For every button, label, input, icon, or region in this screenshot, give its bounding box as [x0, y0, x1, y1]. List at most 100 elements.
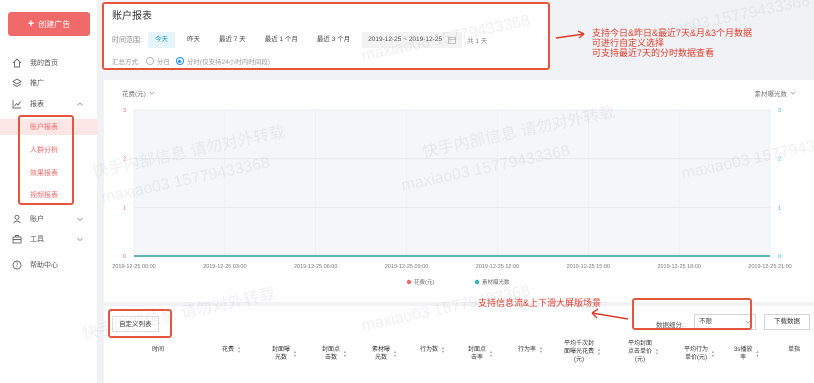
plus-icon: + [27, 17, 35, 30]
column-header[interactable]: 平均行为 单价(元) ▲ ▼ [684, 346, 715, 362]
y-tick-label-right: 0 [778, 254, 781, 260]
column-header[interactable]: 行为数 ▲ ▼ [420, 346, 445, 354]
sidebar-sub-video[interactable]: 视频报表 [0, 187, 98, 203]
annotation-arrow-left-icon [591, 308, 629, 320]
sort-icon[interactable]: ▲ ▼ [293, 350, 297, 358]
range-yesterday-button[interactable]: 昨天 [179, 32, 207, 48]
sidebar-sub-label: 视频报表 [30, 192, 58, 199]
annotation-arrow-right-icon [555, 30, 585, 39]
column-header[interactable]: 平均封面 点击单价 (元) ▲ ▼ [628, 340, 659, 364]
column-header[interactable]: 行为率 ▲ ▼ [518, 346, 543, 354]
column-header-label: 封面曝 光数 [272, 347, 291, 361]
sort-icon[interactable]: ▲ ▼ [343, 350, 347, 358]
chevron-down-icon [77, 217, 83, 222]
y-tick-label-left: 0 [123, 254, 126, 260]
date-range-picker[interactable]: 2019-12-25 ~ 2019-12-25 [362, 32, 463, 48]
x-tick-label: 2019-12-25 09:00 [385, 264, 428, 270]
calendar-icon [448, 37, 456, 44]
layers-icon [12, 78, 22, 88]
column-header[interactable]: 素材曝 光数 ▲ ▼ [372, 346, 397, 362]
sidebar: + 创建广告 我的首页 推广 报表 账户报表 人群分析 效果报表 视频报表 账户… [0, 0, 98, 383]
sidebar-item-label: 推广 [30, 80, 44, 87]
range-3months-button[interactable]: 最近 3 个月 [309, 32, 358, 48]
range-today-button[interactable]: 今天 [147, 32, 175, 48]
column-header-label: 行为率 [518, 347, 537, 353]
data-table: 自定义列表 数据细分: 不限 下载数据 时间 花费 ▲ ▼ 封面曝 光数 ▲ ▼ 封面点 击数… [104, 306, 814, 383]
create-ad-label: 创建广告 [38, 19, 71, 29]
sidebar-sub-audience[interactable]: 人群分析 [0, 142, 98, 158]
summary-hourly-radio[interactable]: 分时(仅支持24小时内时间段) [175, 56, 270, 66]
page-title: 账户报表 [112, 11, 152, 22]
chevron-down-icon [77, 237, 83, 242]
column-header[interactable]: 3s播放 率 ▲ ▼ [734, 346, 759, 362]
legend-label: 花费(元) [414, 278, 434, 286]
detail-label: 数据细分: [656, 322, 684, 329]
x-tick-label: 2019-12-25 12:00 [476, 264, 519, 270]
column-header[interactable]: 封面曝 光数 ▲ ▼ [272, 346, 297, 362]
y-tick-label-right: 2 [778, 157, 781, 163]
time-range-row: 时间范围: 今天 昨天 最近 7 天 最近 1 个月 最近 3 个月 2019-… [112, 32, 487, 48]
y-tick-label-right: 3 [778, 108, 781, 114]
x-tick-label: 2019-12-25 21:00 [748, 264, 791, 270]
x-tick-label: 2019-12-25 15:00 [567, 264, 610, 270]
radio-label: 分时(仅支持24小时内时间段) [186, 59, 270, 66]
column-header-label: 单指 [788, 347, 801, 353]
detail-select[interactable]: 不限 [694, 314, 756, 330]
download-button[interactable]: 下载数据 [764, 314, 810, 330]
sidebar-item-account[interactable]: 账户 [0, 211, 98, 227]
summary-label: 汇总方式: [112, 59, 140, 66]
filter-panel: 账户报表 时间范围: 今天 昨天 最近 7 天 最近 1 个月 最近 3 个月 … [104, 2, 550, 70]
radio-label: 分日 [156, 59, 170, 66]
sidebar-sub-account-report[interactable]: 账户报表 [0, 119, 98, 135]
sort-icon[interactable]: ▲ ▼ [655, 348, 659, 356]
column-header[interactable]: 平均千次封 面曝光花费 (元) ▲ ▼ [564, 340, 601, 364]
line-chart: 0 0 1 1 2 2 3 3 2019-12-25 00:00 2019-12-25 03:00… [112, 108, 791, 286]
column-header-time[interactable]: 时间 [152, 346, 164, 354]
column-header-label: 时间 [152, 347, 165, 353]
radio-circle [145, 57, 154, 65]
toolbox-icon [12, 235, 22, 244]
chart-card: 花费(元) 素材曝光数 0 0 1 1 2 2 3 3 2019-12-25 00:00 2019… [104, 80, 814, 302]
column-header-label: 3s播放 率 [734, 347, 753, 361]
sort-icon[interactable]: ▲ ▼ [441, 346, 445, 354]
detail-select-value: 不限 [699, 318, 712, 325]
annotation-time-range: 支持今日&昨日&最近7天&月&3个月数据 可进行自定义选择 可支持最近7天的分时… [592, 28, 752, 58]
chevron-down-icon [745, 320, 751, 324]
svg-text:?: ? [15, 262, 18, 269]
sort-icon[interactable]: ▲ ▼ [711, 350, 715, 358]
column-header[interactable]: 封面点 击数 ▲ ▼ [322, 346, 347, 362]
sort-icon[interactable]: ▲ ▼ [539, 346, 543, 354]
day-count: 共 1 天 [467, 38, 488, 45]
sort-icon[interactable]: ▲ ▼ [597, 348, 601, 356]
sort-icon[interactable]: ▲ ▼ [755, 350, 759, 358]
summary-daily-radio[interactable]: 分日 [145, 56, 170, 66]
sidebar-sub-label: 效果报表 [30, 170, 58, 177]
sidebar-item-promotion[interactable]: 推广 [0, 75, 98, 91]
sort-icon[interactable]: ▲ ▼ [393, 350, 397, 358]
range-7days-button[interactable]: 最近 7 天 [211, 32, 253, 48]
sort-icon[interactable]: ▲ ▼ [237, 346, 241, 354]
column-header-label: 花费 [222, 347, 235, 353]
y-tick-label-left: 2 [123, 157, 126, 163]
sidebar-item-home[interactable]: 我的首页 [0, 55, 98, 71]
range-1month-button[interactable]: 最近 1 个月 [257, 32, 305, 48]
sidebar-item-reports[interactable]: 报表 [0, 96, 98, 112]
column-header[interactable]: 花费 ▲ ▼ [222, 346, 241, 354]
create-ad-button[interactable]: + 创建广告 [8, 12, 90, 36]
column-header-label: 平均千次封 面曝光花费 (元) [564, 341, 595, 363]
legend-marker [474, 279, 480, 285]
sidebar-item-tools[interactable]: 工具 [0, 231, 98, 247]
sort-icon[interactable]: ▲ ▼ [489, 350, 493, 358]
y-tick-label-left: 1 [123, 205, 126, 211]
time-range-label: 时间范围: [112, 37, 142, 44]
annotation-line: 支持今日&昨日&最近7天&月&3个月数据 [592, 28, 753, 38]
sidebar-item-help[interactable]: ? 帮助中心 [0, 257, 98, 273]
sidebar-item-label: 帮助中心 [30, 262, 58, 269]
column-header[interactable]: 单指 [788, 346, 800, 354]
column-header[interactable]: 封面点 击率 ▲ ▼ [468, 346, 493, 362]
sidebar-sub-effect[interactable]: 效果报表 [0, 165, 98, 181]
x-tick-label: 2019-12-25 03:00 [203, 264, 246, 270]
column-header-label: 平均封面 点击单价 (元) [628, 341, 653, 363]
chevron-up-icon [77, 102, 83, 106]
custom-columns-button[interactable]: 自定义列表 [112, 316, 159, 332]
